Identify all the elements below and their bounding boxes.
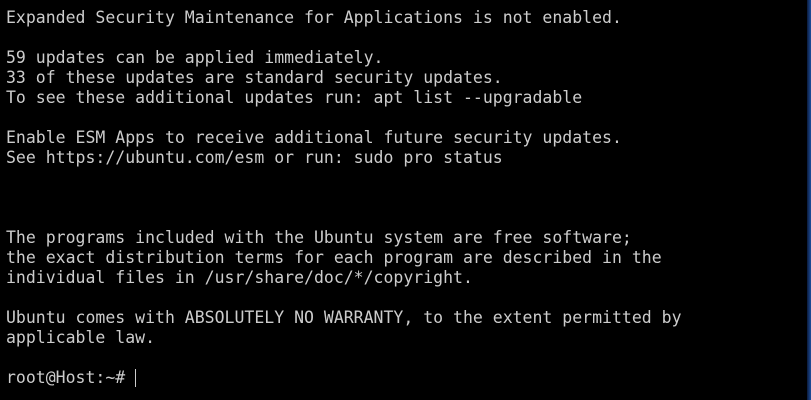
terminal-line: Ubuntu comes with ABSOLUTELY NO WARRANTY…: [6, 308, 682, 327]
terminal-line: 59 updates can be applied immediately.: [6, 48, 384, 67]
terminal-line: individual files in /usr/share/doc/*/cop…: [6, 268, 473, 287]
text-cursor: [135, 369, 137, 387]
terminal-line: Expanded Security Maintenance for Applic…: [6, 8, 622, 27]
window-edge: [807, 0, 811, 400]
prompt-line[interactable]: root@Host:~#: [6, 368, 811, 388]
terminal-line: Enable ESM Apps to receive additional fu…: [6, 128, 622, 147]
terminal-window[interactable]: Expanded Security Maintenance for Applic…: [0, 0, 811, 400]
terminal-line: 33 of these updates are standard securit…: [6, 68, 503, 87]
shell-prompt: root@Host:~#: [6, 368, 126, 387]
terminal-line: applicable law.: [6, 328, 156, 347]
terminal-line: To see these additional updates run: apt…: [6, 88, 583, 107]
terminal-line: the exact distribution terms for each pr…: [6, 248, 662, 267]
terminal-line: See https://ubuntu.com/esm or run: sudo …: [6, 148, 503, 167]
terminal-line: The programs included with the Ubuntu sy…: [6, 228, 632, 247]
terminal-output: Expanded Security Maintenance for Applic…: [6, 8, 811, 368]
